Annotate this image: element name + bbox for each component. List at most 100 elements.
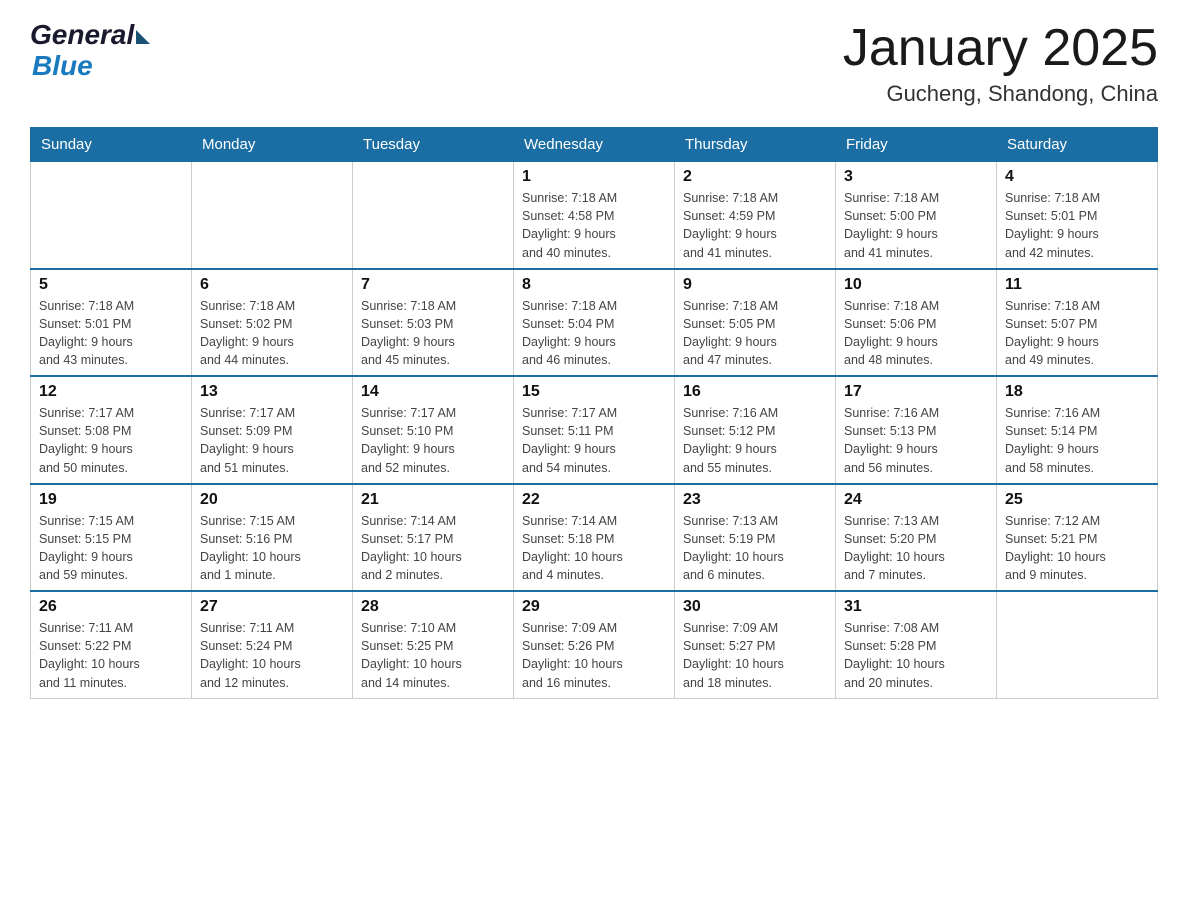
day-info: Sunrise: 7:18 AMSunset: 5:04 PMDaylight:… — [522, 297, 666, 370]
calendar-cell — [997, 591, 1158, 698]
calendar-cell: 2 Sunrise: 7:18 AMSunset: 4:59 PMDaylight… — [675, 162, 836, 269]
day-number: 28 — [361, 598, 505, 616]
calendar-cell: 17 Sunrise: 7:16 AMSunset: 5:13 PMDayligh… — [836, 376, 997, 484]
day-info: Sunrise: 7:16 AMSunset: 5:13 PMDaylight:… — [844, 404, 988, 477]
location-subtitle: Gucheng, Shandong, China — [843, 81, 1158, 107]
day-info: Sunrise: 7:15 AMSunset: 5:15 PMDaylight:… — [39, 512, 183, 585]
day-number: 31 — [844, 598, 988, 616]
day-number: 10 — [844, 276, 988, 294]
title-area: January 2025 Gucheng, Shandong, China — [843, 20, 1158, 107]
day-number: 22 — [522, 491, 666, 509]
calendar-cell: 13Sunrise: 7:17 AMSunset: 5:09 PMDayligh… — [192, 376, 353, 484]
day-number: 7 — [361, 276, 505, 294]
day-info: Sunrise: 7:14 AMSunset: 5:17 PMDaylight:… — [361, 512, 505, 585]
day-info: Sunrise: 7:10 AMSunset: 5:25 PMDaylight:… — [361, 619, 505, 692]
calendar-cell: 1 Sunrise: 7:18 AMSunset: 4:58 PMDaylight… — [514, 162, 675, 269]
calendar-cell: 20Sunrise: 7:15 AMSunset: 5:16 PMDayligh… — [192, 484, 353, 592]
calendar-cell: 4Sunrise: 7:18 AMSunset: 5:01 PMDaylight… — [997, 162, 1158, 269]
calendar-cell: 12Sunrise: 7:17 AMSunset: 5:08 PMDayligh… — [31, 376, 192, 484]
calendar-cell: 3Sunrise: 7:18 AMSunset: 5:00 PMDaylight… — [836, 162, 997, 269]
day-number: 19 — [39, 491, 183, 509]
day-info: Sunrise: 7:11 AMSunset: 5:24 PMDaylight:… — [200, 619, 344, 692]
day-number: 2 — [683, 168, 827, 186]
calendar-cell: 11 Sunrise: 7:18 AMSunset: 5:07 PMDayligh… — [997, 269, 1158, 377]
calendar-cell: 27 Sunrise: 7:11 AMSunset: 5:24 PMDayligh… — [192, 591, 353, 698]
calendar-cell: 29 Sunrise: 7:09 AMSunset: 5:26 PMDayligh… — [514, 591, 675, 698]
day-info: Sunrise: 7:09 AMSunset: 5:26 PMDaylight:… — [522, 619, 666, 692]
day-number: 29 — [522, 598, 666, 616]
calendar-cell: 25 Sunrise: 7:12 AMSunset: 5:21 PMDayligh… — [997, 484, 1158, 592]
day-number: 1 — [522, 168, 666, 186]
calendar-week-row: 5 Sunrise: 7:18 AMSunset: 5:01 PMDaylight… — [31, 269, 1158, 377]
calendar-week-row: 19 Sunrise: 7:15 AMSunset: 5:15 PMDayligh… — [31, 484, 1158, 592]
calendar-cell: 9 Sunrise: 7:18 AMSunset: 5:05 PMDaylight… — [675, 269, 836, 377]
day-number: 16 — [683, 383, 827, 401]
day-info: Sunrise: 7:08 AMSunset: 5:28 PMDaylight:… — [844, 619, 988, 692]
weekday-header-friday: Friday — [836, 128, 997, 162]
day-info: Sunrise: 7:17 AMSunset: 5:11 PMDaylight:… — [522, 404, 666, 477]
day-info: Sunrise: 7:18 AMSunset: 5:03 PMDaylight:… — [361, 297, 505, 370]
day-number: 14 — [361, 383, 505, 401]
calendar-cell: 18Sunrise: 7:16 AMSunset: 5:14 PMDayligh… — [997, 376, 1158, 484]
day-number: 26 — [39, 598, 183, 616]
calendar-cell: 16Sunrise: 7:16 AMSunset: 5:12 PMDayligh… — [675, 376, 836, 484]
day-number: 23 — [683, 491, 827, 509]
calendar-cell: 21 Sunrise: 7:14 AMSunset: 5:17 PMDayligh… — [353, 484, 514, 592]
day-number: 17 — [844, 383, 988, 401]
logo: General Blue — [30, 20, 150, 82]
day-info: Sunrise: 7:18 AMSunset: 5:07 PMDaylight:… — [1005, 297, 1149, 370]
calendar-cell — [353, 162, 514, 269]
weekday-header-thursday: Thursday — [675, 128, 836, 162]
day-info: Sunrise: 7:14 AMSunset: 5:18 PMDaylight:… — [522, 512, 666, 585]
day-number: 27 — [200, 598, 344, 616]
calendar-week-row: 1 Sunrise: 7:18 AMSunset: 4:58 PMDaylight… — [31, 162, 1158, 269]
day-number: 12 — [39, 383, 183, 401]
day-info: Sunrise: 7:18 AMSunset: 4:58 PMDaylight:… — [522, 189, 666, 262]
day-info: Sunrise: 7:18 AMSunset: 5:01 PMDaylight:… — [39, 297, 183, 370]
calendar-cell: 7 Sunrise: 7:18 AMSunset: 5:03 PMDaylight… — [353, 269, 514, 377]
month-title: January 2025 — [843, 20, 1158, 77]
logo-general-text: General — [30, 20, 134, 51]
calendar-cell: 8 Sunrise: 7:18 AMSunset: 5:04 PMDaylight… — [514, 269, 675, 377]
calendar-cell: 24 Sunrise: 7:13 AMSunset: 5:20 PMDayligh… — [836, 484, 997, 592]
calendar-cell: 22 Sunrise: 7:14 AMSunset: 5:18 PMDayligh… — [514, 484, 675, 592]
day-info: Sunrise: 7:13 AMSunset: 5:20 PMDaylight:… — [844, 512, 988, 585]
day-info: Sunrise: 7:12 AMSunset: 5:21 PMDaylight:… — [1005, 512, 1149, 585]
calendar-cell: 14Sunrise: 7:17 AMSunset: 5:10 PMDayligh… — [353, 376, 514, 484]
day-number: 30 — [683, 598, 827, 616]
day-number: 3 — [844, 168, 988, 186]
page-header: General Blue January 2025 Gucheng, Shand… — [30, 20, 1158, 107]
calendar-cell: 28 Sunrise: 7:10 AMSunset: 5:25 PMDayligh… — [353, 591, 514, 698]
calendar-week-row: 26 Sunrise: 7:11 AMSunset: 5:22 PMDayligh… — [31, 591, 1158, 698]
day-number: 18 — [1005, 383, 1149, 401]
logo-blue-text: Blue — [32, 51, 150, 82]
day-number: 21 — [361, 491, 505, 509]
logo-arrow-icon — [136, 30, 150, 44]
calendar-cell: 23 Sunrise: 7:13 AMSunset: 5:19 PMDayligh… — [675, 484, 836, 592]
calendar-cell — [192, 162, 353, 269]
weekday-header-sunday: Sunday — [31, 128, 192, 162]
day-number: 24 — [844, 491, 988, 509]
day-number: 11 — [1005, 276, 1149, 294]
day-info: Sunrise: 7:18 AMSunset: 5:05 PMDaylight:… — [683, 297, 827, 370]
calendar-week-row: 12Sunrise: 7:17 AMSunset: 5:08 PMDayligh… — [31, 376, 1158, 484]
day-info: Sunrise: 7:18 AMSunset: 5:01 PMDaylight:… — [1005, 189, 1149, 262]
day-info: Sunrise: 7:09 AMSunset: 5:27 PMDaylight:… — [683, 619, 827, 692]
day-info: Sunrise: 7:18 AMSunset: 5:06 PMDaylight:… — [844, 297, 988, 370]
day-info: Sunrise: 7:15 AMSunset: 5:16 PMDaylight:… — [200, 512, 344, 585]
day-number: 9 — [683, 276, 827, 294]
day-info: Sunrise: 7:11 AMSunset: 5:22 PMDaylight:… — [39, 619, 183, 692]
day-number: 25 — [1005, 491, 1149, 509]
weekday-header-row: SundayMondayTuesdayWednesdayThursdayFrid… — [31, 128, 1158, 162]
calendar-table: SundayMondayTuesdayWednesdayThursdayFrid… — [30, 127, 1158, 699]
day-number: 6 — [200, 276, 344, 294]
calendar-cell: 6Sunrise: 7:18 AMSunset: 5:02 PMDaylight… — [192, 269, 353, 377]
day-info: Sunrise: 7:17 AMSunset: 5:09 PMDaylight:… — [200, 404, 344, 477]
weekday-header-monday: Monday — [192, 128, 353, 162]
day-number: 5 — [39, 276, 183, 294]
day-info: Sunrise: 7:13 AMSunset: 5:19 PMDaylight:… — [683, 512, 827, 585]
calendar-cell: 30 Sunrise: 7:09 AMSunset: 5:27 PMDayligh… — [675, 591, 836, 698]
day-info: Sunrise: 7:18 AMSunset: 4:59 PMDaylight:… — [683, 189, 827, 262]
day-number: 8 — [522, 276, 666, 294]
calendar-cell: 15Sunrise: 7:17 AMSunset: 5:11 PMDayligh… — [514, 376, 675, 484]
